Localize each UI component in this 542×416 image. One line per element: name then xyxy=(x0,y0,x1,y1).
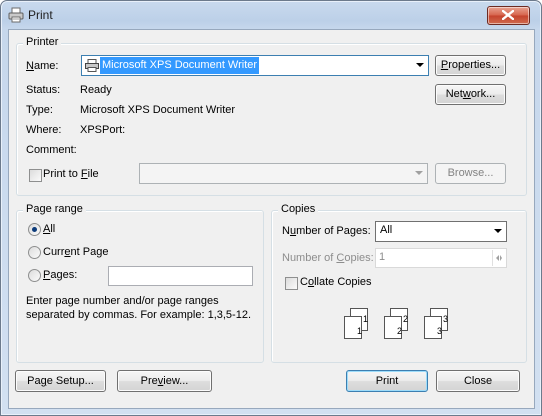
type-value: Microsoft XPS Document Writer xyxy=(80,104,236,116)
pages-radio[interactable] xyxy=(28,269,41,282)
collate-page-1-front: 1 xyxy=(357,326,363,336)
collate-page-3-front: 3 xyxy=(437,326,443,336)
preview-button[interactable]: Preview... xyxy=(117,370,212,392)
status-value: Ready xyxy=(80,84,112,96)
browse-button[interactable]: Browse... xyxy=(435,163,506,184)
number-of-copies-label: Number of Copies: xyxy=(282,252,374,264)
print-button[interactable]: Print xyxy=(346,370,428,392)
current-page-radio[interactable] xyxy=(28,246,41,259)
number-of-pages-select[interactable]: All xyxy=(375,221,507,242)
page-setup-button[interactable]: Page Setup... xyxy=(15,370,106,392)
printer-icon xyxy=(8,7,24,23)
all-pages-radio[interactable] xyxy=(28,223,41,236)
printer-name-value: Microsoft XPS Document Writer xyxy=(100,57,260,74)
current-page-label: Current Page xyxy=(43,246,109,258)
dropdown-arrow-icon xyxy=(416,63,424,67)
dialog-body: Printer Name: Microsoft XPS Document Wri… xyxy=(8,29,535,409)
page-range-hint: Enter page number and/or page ranges sep… xyxy=(26,295,251,321)
comment-label: Comment: xyxy=(26,144,77,156)
status-label: Status: xyxy=(26,84,61,96)
where-label: Where: xyxy=(26,124,62,136)
number-of-copies-input[interactable]: 1 xyxy=(375,248,507,268)
properties-button[interactable]: Properties... xyxy=(435,55,506,76)
close-window-button[interactable] xyxy=(487,6,530,25)
print-to-file-checkbox[interactable] xyxy=(29,169,42,182)
collate-copies-label: Collate Copies xyxy=(300,276,372,288)
dropdown-arrow-icon xyxy=(494,229,502,233)
dropdown-arrow-icon xyxy=(415,171,423,175)
collate-page-2-back: 2 xyxy=(403,314,409,324)
all-pages-label: All xyxy=(43,223,56,235)
printer-icon xyxy=(85,59,99,72)
spin-up-icon xyxy=(500,255,502,261)
print-to-file-label: Print to File xyxy=(43,168,99,180)
close-button[interactable]: Close xyxy=(436,370,520,392)
name-label: Name: xyxy=(26,60,59,72)
number-of-copies-value: 1 xyxy=(379,251,386,263)
close-icon xyxy=(502,10,514,20)
where-value: XPSPort: xyxy=(80,124,126,136)
collate-copies-checkbox[interactable] xyxy=(285,277,298,290)
printer-group-label: Printer xyxy=(23,36,62,48)
page-range-group-label: Page range xyxy=(23,203,86,215)
printer-name-select[interactable]: Microsoft XPS Document Writer xyxy=(81,55,429,76)
number-of-pages-label: Number of Pages: xyxy=(282,225,371,237)
copies-group-label: Copies xyxy=(278,203,319,215)
print-to-file-path-select[interactable] xyxy=(139,163,428,184)
spin-down-icon xyxy=(496,255,499,261)
print-dialog: Print Printer Name: Microsoft XPS Docume… xyxy=(0,0,542,416)
network-button[interactable]: Network... xyxy=(435,84,506,105)
type-label: Type: xyxy=(26,104,53,116)
collate-pages-icon: 1 1 2 2 3 3 xyxy=(343,306,453,342)
copies-spinner[interactable] xyxy=(492,250,505,266)
collate-page-2-front: 2 xyxy=(397,326,403,336)
window-title: Print xyxy=(28,8,53,22)
collate-page-1-back: 1 xyxy=(363,314,369,324)
number-of-pages-value: All xyxy=(380,224,393,236)
collate-page-3-back: 3 xyxy=(443,314,449,324)
pages-input[interactable] xyxy=(108,266,253,286)
pages-label: Pages: xyxy=(43,269,78,281)
title-bar[interactable]: Print xyxy=(1,1,541,29)
